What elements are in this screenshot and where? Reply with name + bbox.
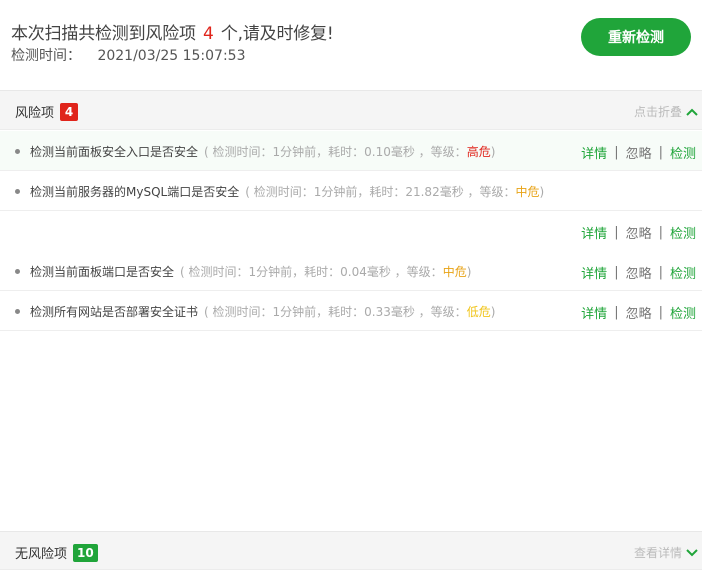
scan-time-label: 检测时间： — [11, 48, 81, 64]
risk-level: 低危 — [466, 305, 491, 319]
list-item: 检测当前面板安全入口是否安全 ( 检测时间：1分钟前，耗时：0.10毫秒 ，等级… — [0, 131, 702, 171]
view-details-label: 查看详情 — [633, 546, 682, 560]
scan-time: 检测时间： 2021/03/25 15:07:53 — [11, 45, 245, 65]
risk-item-title: 检测所有网站是否部署安全证书 — [30, 305, 199, 319]
collapse-label: 点击折叠 — [633, 105, 682, 119]
item-actions: 详情 | 忽略 | 检测 — [581, 223, 696, 242]
norisk-section-title: 无风险项 10 — [15, 543, 98, 562]
detail-link[interactable]: 详情 — [581, 223, 607, 242]
risk-level: 中危 — [515, 185, 540, 199]
scan-header: 本次扫描共检测到风险项 4 个,请及时修复! 检测时间： 2021/03/25 … — [0, 0, 702, 90]
item-actions: 详情 | 忽略 | 检测 — [581, 143, 696, 162]
risk-count-badge: 4 — [60, 102, 79, 121]
risk-level: 高危 — [466, 145, 491, 159]
risk-level: 中危 — [442, 265, 467, 279]
risk-item-text: 检测当前面板端口是否安全 ( 检测时间：1分钟前，耗时：0.04毫秒 ，等级： … — [15, 263, 471, 280]
check-link[interactable]: 检测 — [670, 263, 696, 282]
detail-link[interactable]: 详情 — [581, 143, 607, 162]
action-separator: | — [658, 305, 663, 320]
risk-section-label: 风险项 — [15, 106, 55, 121]
summary-prefix: 本次扫描共检测到风险项 — [11, 24, 196, 44]
rescan-button[interactable]: 重新检测 — [581, 18, 691, 56]
action-separator: | — [614, 265, 619, 280]
risk-item-meta: ( 检测时间：1分钟前，耗时：21.82毫秒 ，等级： — [245, 185, 516, 199]
action-separator: | — [658, 145, 663, 160]
ignore-link[interactable]: 忽略 — [626, 263, 652, 282]
ignore-link[interactable]: 忽略 — [626, 143, 652, 162]
meta-close: ) — [490, 144, 496, 159]
meta-close: ) — [490, 304, 496, 319]
meta-close: ) — [539, 184, 545, 199]
bullet-icon — [15, 269, 20, 274]
risk-item-text: 检测所有网站是否部署安全证书 ( 检测时间：1分钟前，耗时：0.33毫秒 ，等级… — [15, 303, 495, 320]
risk-item-text: 检测当前服务器的MySQL端口是否安全 ( 检测时间：1分钟前，耗时：21.82… — [15, 183, 544, 200]
norisk-section-header: 无风险项 10 查看详情 — [0, 531, 702, 570]
check-link[interactable]: 检测 — [670, 223, 696, 242]
list-item: 检测所有网站是否部署安全证书 ( 检测时间：1分钟前，耗时：0.33毫秒 ，等级… — [0, 291, 702, 331]
risk-item-title: 检测当前服务器的MySQL端口是否安全 — [30, 185, 240, 199]
ignore-link[interactable]: 忽略 — [626, 223, 652, 242]
meta-close: ) — [466, 264, 472, 279]
bullet-icon — [15, 189, 20, 194]
chevron-down-icon — [686, 548, 698, 556]
risk-item-text: 检测当前面板安全入口是否安全 ( 检测时间：1分钟前，耗时：0.10毫秒 ，等级… — [15, 143, 495, 160]
bullet-icon — [15, 149, 20, 154]
ignore-link[interactable]: 忽略 — [626, 303, 652, 322]
list-item-actions-row: 详情 | 忽略 | 检测 — [0, 211, 702, 251]
bullet-icon — [15, 309, 20, 314]
chevron-up-icon — [686, 108, 698, 116]
action-separator: | — [614, 145, 619, 160]
risk-count: 4 — [203, 24, 214, 44]
view-details-toggle[interactable]: 查看详情 — [634, 544, 698, 561]
risk-item-title: 检测当前面板端口是否安全 — [30, 265, 175, 279]
risk-item-title: 检测当前面板安全入口是否安全 — [30, 145, 199, 159]
list-item: 检测当前面板端口是否安全 ( 检测时间：1分钟前，耗时：0.04毫秒 ，等级： … — [0, 251, 702, 291]
detail-link[interactable]: 详情 — [581, 263, 607, 282]
risk-item-meta: ( 检测时间：1分钟前，耗时：0.04毫秒 ，等级： — [180, 265, 443, 279]
risk-section-header: 风险项 4 点击折叠 — [0, 90, 702, 130]
summary-suffix: 个,请及时修复! — [220, 24, 334, 44]
detail-link[interactable]: 详情 — [581, 303, 607, 322]
risk-item-meta: ( 检测时间：1分钟前，耗时：0.10毫秒 ，等级： — [204, 145, 467, 159]
risk-section-title: 风险项 4 — [15, 102, 79, 121]
collapse-toggle[interactable]: 点击折叠 — [634, 103, 698, 120]
norisk-section-label: 无风险项 — [15, 547, 68, 562]
check-link[interactable]: 检测 — [670, 303, 696, 322]
scan-time-value: 2021/03/25 15:07:53 — [97, 48, 246, 64]
action-separator: | — [614, 225, 619, 240]
check-link[interactable]: 检测 — [670, 143, 696, 162]
item-actions: 详情 | 忽略 | 检测 — [581, 303, 696, 322]
list-item: 检测当前服务器的MySQL端口是否安全 ( 检测时间：1分钟前，耗时：21.82… — [0, 171, 702, 211]
risk-item-meta: ( 检测时间：1分钟前，耗时：0.33毫秒 ，等级： — [204, 305, 467, 319]
action-separator: | — [658, 265, 663, 280]
action-separator: | — [614, 305, 619, 320]
scan-summary: 本次扫描共检测到风险项 4 个,请及时修复! — [11, 19, 334, 44]
item-actions: 详情 | 忽略 | 检测 — [581, 263, 696, 282]
action-separator: | — [658, 225, 663, 240]
norisk-count-badge: 10 — [73, 543, 98, 562]
